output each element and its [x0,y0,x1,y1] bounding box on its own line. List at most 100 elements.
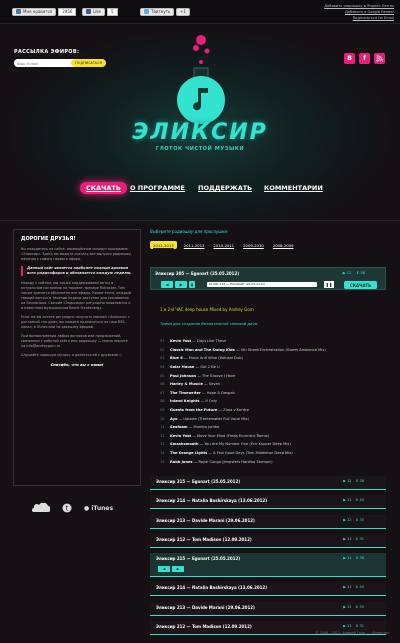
track-artist: Robb Jones [170,459,193,464]
episode-row[interactable]: Эликсир 213 — Davide Marani (29.06.2012)… [150,601,386,616]
episode-row[interactable]: Эликсир 212 — Tom Madison (12.09.2012) ▶ … [150,533,386,548]
email-subscribe-link[interactable]: Подписаться по Email [324,15,394,21]
prev-icon[interactable]: ◀ [158,566,170,573]
play-icon[interactable]: ▶ [175,281,187,288]
service-logos: t ● iTunes [28,503,113,513]
listens-count: ▶ 12 [343,556,352,561]
vk-icon [16,9,21,14]
year-tab[interactable]: 2012-2013 [150,241,177,249]
year-tab[interactable]: 2008-2009 [271,241,296,249]
episode-title[interactable]: Эликсир 214 — Natalia Bashirskaya (13.06… [156,585,267,590]
listens-count: ▶ 12 [343,604,352,609]
fb-like-count: 5 [106,7,118,16]
sidebar-intro: Вы находитесь на сайте, посвящённом чилл… [21,247,132,261]
facebook-social-icon[interactable]: f [359,53,370,64]
listens-count: ▶ 11 [343,585,352,590]
subscribe-box: РАССЫЛКА ЭФИРОВ: ПОДПИСАТЬСЯ [14,49,106,67]
soundcloud-icon[interactable] [28,503,50,513]
fb-like-button[interactable]: Like [82,7,105,16]
gplus-button[interactable]: +1 [176,7,190,16]
sidebar-mirrors: Наряду с сайтом, мы также поддерживаем в… [21,281,131,311]
itunes-logo[interactable]: ● iTunes [84,505,113,512]
track-title: Days Like These [197,339,227,344]
subscribe-button[interactable]: ПОДПИСАТЬСЯ [71,59,106,67]
prev-icon[interactable]: ◀ [161,281,173,288]
year-tab[interactable]: 2011-2012 [182,241,207,249]
year-tab[interactable]: 2009-2010 [241,241,266,249]
sidebar-thanks: Спасибо, что вы с нами! [50,362,104,368]
email-input[interactable] [14,59,72,67]
tweet-label: Твитнуть [151,9,171,14]
episode-title[interactable]: Эликсир 214 — Natalia Bashirskaya (13.06… [156,498,267,503]
downloads-count: ⬇ 38 [355,556,364,561]
track-number: 12 [160,433,165,438]
track-title: Royal Conga (Jimpsters Hardino Stompic) [198,459,273,464]
track-title: Zima v Serdce [223,408,250,413]
track-artist: Classic Man and The Swing Kids [170,347,235,352]
top-links: Добавить радиошоу в Яндекс.Ленты Добавит… [324,3,394,21]
fb-share[interactable]: Like 5 [82,7,118,16]
track-title: You Are My Number One (Eric Kupper Deep … [204,442,291,447]
track-title: The Groove I Have [201,373,236,378]
downloads-count: ⬇ 31 [355,536,364,541]
sidebar-info: ДОРОГИЕ ДРУЗЬЯ! Вы находитесь на сайте, … [13,229,141,486]
sidebar-contact: При возникновении любых вопросов или пре… [21,334,128,349]
vk-social-icon[interactable]: В [344,53,355,64]
episode-stats: ▶ 12 ⬇ 38 [343,271,365,275]
episode-row[interactable]: Эликсир 215 — Egonart (25.05.2012) ▶ 12 ⬇ … [150,476,386,490]
episode-title[interactable]: Эликсир 215 — Egonart (25.05.2012) [156,556,240,561]
episode-row[interactable]: Эликсир 215 — Egonart (25.05.2012) ▶ 12 ⬇ … [150,553,386,578]
play-icon[interactable]: ▶ [172,566,184,573]
track-title: Move Your Mind (Freda Eccentric Remix) [197,433,270,438]
twitter-share[interactable]: Твитнуть [140,7,175,16]
potion-flask-logo [177,35,225,124]
track-artist: Kevin Yost [170,433,192,438]
volume-icon[interactable]: ▮ [189,281,195,288]
rss-icon[interactable] [374,53,385,64]
track-progress-bar[interactable]: ELIXIR 215 — EGONART (25.05.2012) [207,282,317,287]
sidebar-title: ДОРОГИЕ ДРУЗЬЯ! [21,236,76,242]
nav-download[interactable]: СКАЧАТЬ [80,182,127,194]
episode-title[interactable]: Эликсир 213 — Davide Marani (29.06.2012) [156,518,255,523]
sidebar-share: Слушайте хорошую музыку и делитесь ей с … [21,353,122,358]
episode-row[interactable]: Эликсир 214 — Natalia Bashirskaya (13.06… [150,495,386,510]
track-row: 01 Kevin Yost — Days Like These [160,337,386,346]
episode-title[interactable]: Эликсир 213 — Davide Marani (29.06.2012) [156,605,255,610]
episode-title[interactable]: Эликсир 212 — Tom Madison (12.09.2012) [156,624,252,629]
episode-stats: ▶ 12 ⬇ 35 [343,518,364,522]
track-title: 5th Street Orchestration (Sweet Ambience… [240,347,326,352]
track-number: 11 [160,425,165,430]
downloads-count: ⬇ 38 [355,479,364,483]
tweet-button[interactable]: Твитнуть [140,7,175,16]
vk-share[interactable]: Мне нравится 2856 [12,7,77,16]
listens-count: ▶ 11 [343,536,352,541]
track-number: 01 [160,339,165,344]
episode-row[interactable]: Эликсир 214 — Natalia Bashirskaya (13.06… [150,582,386,597]
episode-title[interactable]: Эликсир 212 — Tom Madison (12.09.2012) [156,537,252,542]
listens-count: ▶ 11 [343,624,352,629]
nav-support[interactable]: ПОДДЕРЖАТЬ [198,182,252,194]
year-tab[interactable]: 2010-2011 [211,241,236,249]
track-number: 05 [160,373,165,378]
track-title: If Only [205,399,218,404]
track-title: Music And Wine (Yokusai Dub) [188,356,243,361]
nav-about[interactable]: О ПРОГРАММЕ [130,182,185,194]
track-artist: Ayo [170,416,178,421]
top-bar: Мне нравится 2856 Like 5 Твитнуть +1 Доб… [0,0,400,24]
download-button[interactable]: СКАЧАТЬ [344,281,377,289]
gplus-share[interactable]: +1 [176,7,190,16]
vk-like-button[interactable]: Мне нравится [12,7,57,16]
episode-stats: ▶ 12 ⬇ 35 [343,605,364,609]
track-artist: Harley & Muscle [170,382,203,387]
track-number: 08 [160,399,165,404]
episode-genre: 1 в 2-й ЧАС deep house Mixed by Andrey G… [160,307,254,312]
episode-title[interactable]: Эликсир 215 — Egonart (25.05.2012) [156,479,240,484]
track-row: 07 The Timewriter — Hope & Despair [160,389,386,398]
torrent-icon[interactable]: t [62,503,72,513]
episode-row[interactable]: Эликсир 213 — Davide Marani (29.06.2012)… [150,514,386,529]
pause-icon[interactable]: ❚❚ [324,281,334,288]
nav-comments[interactable]: КОММЕНТАРИИ [264,182,323,194]
track-artist: The Timewriter [170,390,201,395]
listens-count: ▶ 12 [342,271,352,275]
track-row: 11 Seafoam — Mumbo Jumbo [160,423,386,432]
